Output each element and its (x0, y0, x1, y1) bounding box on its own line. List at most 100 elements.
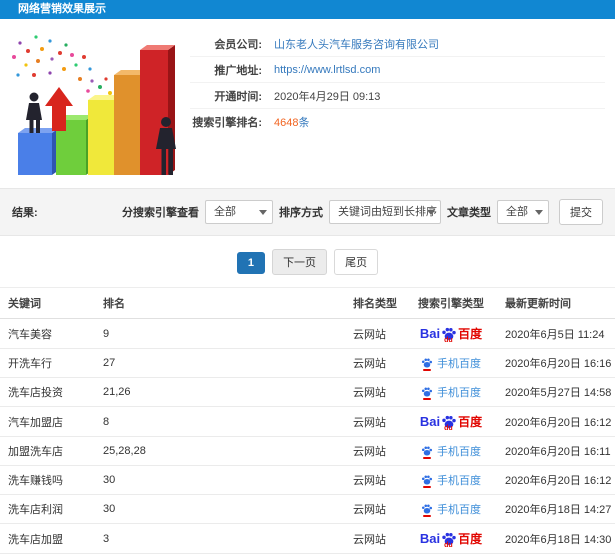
engine-type-cell: 手机百度 (405, 494, 497, 524)
open-time-value: 2020年4月29日 09:13 (274, 90, 381, 103)
baidu-paw-icon: du (441, 531, 457, 549)
mobile-baidu-logo: 手机百度 (421, 472, 481, 488)
mobile-baidu-logo: 手机百度 (421, 501, 481, 517)
update-time-cell: 2020年6月18日 14:27 (497, 494, 615, 524)
engine-filter-select[interactable]: 全部 (205, 200, 273, 224)
promo-url-label: 推广地址: (214, 64, 262, 77)
mobile-baidu-logo: 手机百度 (421, 355, 481, 371)
baidu-du-text: du (444, 424, 453, 432)
chevron-down-icon (427, 210, 435, 215)
top-section: 会员公司: 山东老人头汽车服务咨询有限公司 推广地址: https://www.… (0, 19, 615, 188)
table-row: 汽车美容 9 云网站 Bai du 百度 2020年6月5日 11:24 (0, 318, 615, 349)
mobile-baidu-paw-icon (421, 474, 433, 488)
table-row: 汽车加盟店 8 云网站 Bai du 百度 2020年6月20日 16:12 (0, 406, 615, 437)
baidu-du-text: du (444, 541, 453, 549)
rank-count-number: 4648 (274, 117, 299, 129)
table-row: 加盟洗车店 25,28,28 云网站 手机百度 2020年6月20日 16:11 (0, 436, 615, 466)
baidu-bai-text: Bai (419, 531, 441, 546)
engine-type-cell: 手机百度 (405, 377, 497, 407)
baidu-paw-icon: du (441, 326, 457, 344)
promo-url-link[interactable]: https://www.lrtlsd.com (274, 64, 380, 76)
rank-type-cell: 云网站 (345, 436, 405, 466)
mobile-baidu-paw-icon (421, 357, 433, 371)
filter-bar: 结果: 分搜索引擎查看 全部 排序方式 关键词由短到长排序 文章类型 全部 提交 (0, 188, 615, 236)
baidu-bai-text: Bai (419, 414, 441, 429)
sort-label: 排序方式 (279, 207, 323, 219)
update-time-cell: 2020年6月20日 16:11 (497, 436, 615, 466)
keyword-cell: 汽车加盟店 (0, 406, 95, 437)
rank-cell[interactable]: 30 (95, 494, 345, 524)
rank-cell[interactable]: 27 (95, 348, 345, 378)
keyword-cell: 洗车店利润 (0, 494, 95, 524)
company-link[interactable]: 山东老人头汽车服务咨询有限公司 (274, 39, 439, 51)
mobile-baidu-text: 手机百度 (437, 475, 481, 487)
rank-cell[interactable]: 9 (95, 318, 345, 349)
table-row: 洗车店加盟 3 云网站 Bai du 百度 2020年6月18日 14:30 (0, 523, 615, 554)
mobile-baidu-text: 手机百度 (437, 358, 481, 370)
article-type-value: 全部 (506, 206, 528, 218)
engine-type-cell: Bai du 百度 (405, 523, 497, 554)
mobile-baidu-paw-icon (421, 386, 433, 400)
engine-type-cell: Bai du 百度 (405, 318, 497, 349)
last-page-button[interactable]: 尾页 (334, 249, 379, 275)
rank-cell[interactable]: 3 (95, 523, 345, 554)
chevron-down-icon (535, 210, 543, 215)
submit-button[interactable]: 提交 (559, 199, 603, 225)
baidu-paw-icon: du (441, 414, 457, 432)
rank-cell[interactable]: 25,28,28 (95, 436, 345, 466)
rank-cell[interactable]: 21,26 (95, 377, 345, 407)
rank-type-cell: 云网站 (345, 465, 405, 495)
sort-value: 关键词由短到长排序 (338, 206, 437, 218)
baidu-logo: Bai du 百度 (419, 413, 483, 432)
engine-type-cell: 手机百度 (405, 465, 497, 495)
businessman-on-bar (26, 92, 42, 133)
keyword-cell: 汽车美容 (0, 318, 95, 349)
mobile-baidu-text: 手机百度 (437, 387, 481, 399)
article-type-label: 文章类型 (447, 207, 491, 219)
info-row-open-time: 开通时间: 2020年4月29日 09:13 (190, 83, 605, 109)
baidu-logo: Bai du 百度 (419, 325, 482, 344)
sort-select[interactable]: 关键词由短到长排序 (329, 200, 441, 224)
update-time-cell: 2020年6月20日 16:12 (497, 406, 615, 437)
engine-filter-value: 全部 (214, 206, 236, 218)
baidu-cn-text: 百度 (458, 415, 483, 429)
keyword-cell: 加盟洗车店 (0, 436, 95, 466)
table-row: 开洗车行 27 云网站 手机百度 2020年6月20日 16:16 (0, 348, 615, 378)
update-time-cell: 2020年6月20日 16:12 (497, 465, 615, 495)
page-1-button[interactable]: 1 (236, 252, 265, 274)
results-table: 关键词 排名 排名类型 搜索引擎类型 最新更新时间 汽车美容 9 云网站 Bai du 百… (0, 287, 615, 554)
rank-type-cell: 云网站 (345, 348, 405, 378)
baidu-du-text: du (444, 336, 453, 344)
info-row-rank-count: 搜索引擎排名: 4648条 (190, 109, 605, 135)
baidu-bai-text: Bai (419, 326, 441, 341)
member-info-panel: 会员公司: 山东老人头汽车服务咨询有限公司 推广地址: https://www.… (190, 31, 605, 188)
update-time-cell: 2020年6月20日 16:16 (497, 348, 615, 378)
article-type-select[interactable]: 全部 (497, 200, 549, 224)
table-row: 洗车赚钱吗 30 云网站 手机百度 2020年6月20日 16:12 (0, 465, 615, 495)
header-update-time: 最新更新时间 (497, 287, 615, 319)
mobile-baidu-paw-icon (421, 445, 433, 459)
keyword-cell: 洗车店投资 (0, 377, 95, 407)
rank-count-unit: 条 (298, 117, 310, 129)
rank-type-cell: 云网站 (345, 318, 405, 349)
keyword-cell: 开洗车行 (0, 348, 95, 378)
3d-bars (18, 45, 175, 175)
engine-type-cell: 手机百度 (405, 436, 497, 466)
mobile-baidu-paw-icon (421, 503, 433, 517)
info-row-url: 推广地址: https://www.lrtlsd.com (190, 57, 605, 83)
baidu-logo: Bai du 百度 (419, 530, 482, 549)
rank-count-label: 搜索引擎排名: (192, 117, 262, 129)
keyword-cell: 洗车店加盟 (0, 523, 95, 554)
mobile-baidu-logo: 手机百度 (421, 384, 481, 400)
mobile-baidu-text: 手机百度 (437, 504, 481, 516)
header-engine-type: 搜索引擎类型 (405, 287, 497, 319)
rank-type-cell: 云网站 (345, 406, 405, 437)
info-row-company: 会员公司: 山东老人头汽车服务咨询有限公司 (190, 31, 605, 57)
next-page-button[interactable]: 下一页 (272, 249, 328, 275)
update-time-cell: 2020年5月27日 14:58 (497, 377, 615, 407)
engine-type-cell: 手机百度 (405, 348, 497, 378)
rank-cell[interactable]: 8 (95, 406, 345, 437)
rank-cell[interactable]: 30 (95, 465, 345, 495)
engine-filter-label: 分搜索引擎查看 (122, 207, 199, 219)
header-keyword: 关键词 (0, 287, 95, 319)
